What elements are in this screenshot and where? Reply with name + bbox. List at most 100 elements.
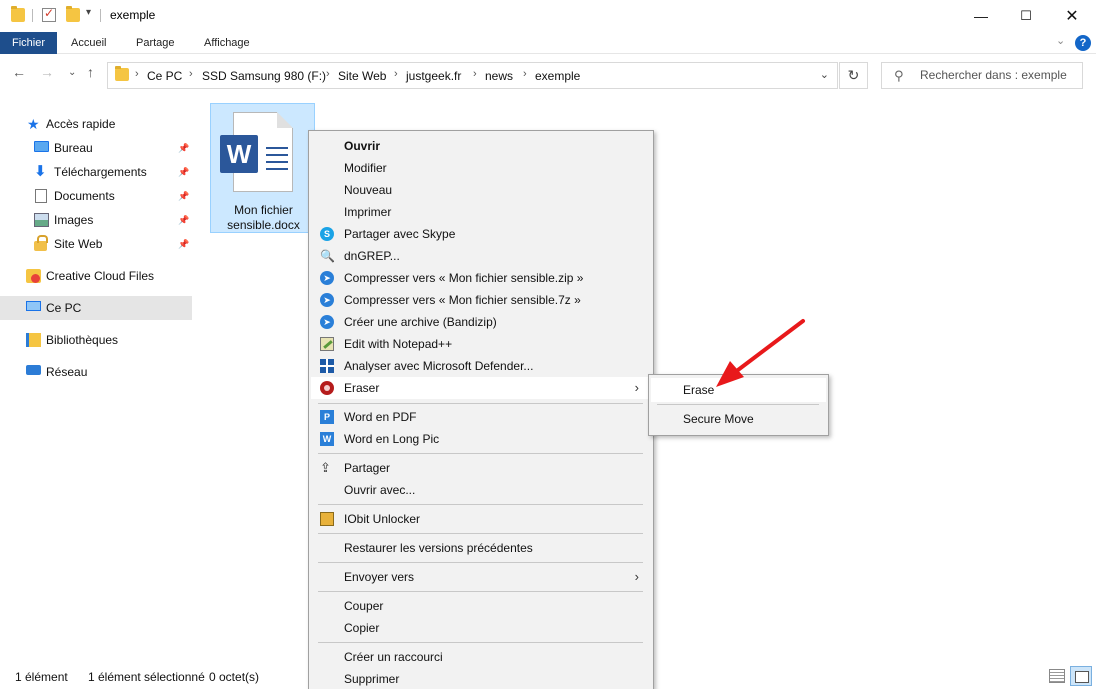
- menu-item-modifier[interactable]: Modifier: [311, 157, 651, 179]
- network-icon: [26, 365, 41, 375]
- text-line: [266, 168, 288, 170]
- menu-item-ouvrir-avec[interactable]: Ouvrir avec...: [311, 479, 651, 501]
- chevron-right-icon[interactable]: ›: [473, 68, 477, 80]
- menu-item-notepadpp[interactable]: Edit with Notepad++: [311, 333, 651, 355]
- annotation-arrow: [716, 319, 805, 387]
- folder-icon: [115, 66, 129, 81]
- menu-separator: [318, 642, 643, 643]
- menu-item-label: Edit with Notepad++: [344, 337, 453, 351]
- help-icon[interactable]: ?: [1075, 35, 1091, 51]
- breadcrumb-site-web[interactable]: Site Web: [338, 69, 386, 83]
- toolbar-divider: [100, 9, 101, 22]
- chevron-right-icon: ›: [634, 569, 639, 584]
- pin-icon[interactable]: 📌: [178, 136, 189, 160]
- sidebar-item-images[interactable]: Images 📌: [0, 208, 196, 232]
- status-bar: 1 élément 1 élément sélectionné 0 octet(…: [0, 665, 1096, 689]
- menu-item-eraser[interactable]: Eraser ›: [311, 377, 651, 399]
- sidebar-item-label: Creative Cloud Files: [46, 269, 155, 283]
- menu-item-bandizip-archive[interactable]: ➤ Créer une archive (Bandizip): [311, 311, 651, 333]
- submenu-item-secure-move[interactable]: Secure Move: [651, 407, 826, 431]
- file-item[interactable]: W Mon fichier sensible.docx: [210, 103, 315, 233]
- menu-separator: [318, 504, 643, 505]
- tab-partage[interactable]: Partage: [124, 32, 187, 54]
- menu-item-dngrep[interactable]: 🔍 dnGREP...: [311, 245, 651, 267]
- menu-item-restaurer[interactable]: Restaurer les versions précédentes: [311, 537, 651, 559]
- menu-item-iobit[interactable]: IObit Unlocker: [311, 508, 651, 530]
- sidebar-item-telechargements[interactable]: ⬇ Téléchargements 📌: [0, 160, 196, 184]
- menu-item-word-longpic[interactable]: W Word en Long Pic: [311, 428, 651, 450]
- pin-icon[interactable]: 📌: [178, 232, 189, 256]
- menu-item-label: Imprimer: [344, 205, 392, 219]
- pc-icon: [26, 301, 41, 311]
- details-view-icon[interactable]: [1049, 669, 1065, 683]
- search-input[interactable]: [920, 68, 1080, 82]
- chevron-right-icon[interactable]: ›: [326, 68, 330, 80]
- menu-item-skype[interactable]: S Partager avec Skype: [311, 223, 651, 245]
- minimize-button[interactable]: —: [958, 0, 1004, 32]
- sidebar-item-documents[interactable]: Documents 📌: [0, 184, 196, 208]
- refresh-button[interactable]: ↻: [839, 62, 868, 89]
- title-bar: ▾ exemple — ☐ ✕: [0, 0, 1096, 32]
- chevron-right-icon[interactable]: ›: [523, 68, 527, 80]
- sidebar-item-reseau[interactable]: Réseau: [0, 360, 196, 384]
- breadcrumb-exemple[interactable]: exemple: [535, 69, 580, 83]
- tab-affichage[interactable]: Affichage: [192, 32, 262, 54]
- menu-item-envoyer-vers[interactable]: Envoyer vers ›: [311, 566, 651, 588]
- pin-icon[interactable]: 📌: [178, 208, 189, 232]
- menu-separator: [318, 533, 643, 534]
- maximize-button[interactable]: ☐: [1003, 0, 1049, 32]
- menu-item-imprimer[interactable]: Imprimer: [311, 201, 651, 223]
- pin-icon[interactable]: 📌: [178, 160, 189, 184]
- customize-toolbar-icon[interactable]: ▾: [86, 7, 91, 18]
- search-icon: ⚲: [894, 68, 904, 83]
- chevron-down-icon[interactable]: ⌄: [820, 68, 829, 81]
- menu-item-nouveau[interactable]: Nouveau: [311, 179, 651, 201]
- breadcrumb-justgeek[interactable]: justgeek.fr: [406, 69, 461, 83]
- close-button[interactable]: ✕: [1049, 0, 1095, 32]
- desktop-icon: [34, 141, 49, 152]
- breadcrumb-ce-pc[interactable]: Ce PC: [147, 69, 182, 83]
- sidebar-item-creative-cloud[interactable]: Creative Cloud Files: [0, 264, 196, 288]
- new-folder-icon[interactable]: [66, 6, 80, 22]
- up-arrow-icon[interactable]: ↑: [87, 64, 94, 80]
- menu-item-couper[interactable]: Couper: [311, 595, 651, 617]
- tab-fichier[interactable]: Fichier: [0, 32, 58, 54]
- chevron-right-icon[interactable]: ›: [189, 68, 193, 80]
- text-line: [266, 147, 288, 149]
- sidebar-item-acces-rapide[interactable]: ★ Accès rapide: [0, 112, 196, 136]
- window-title: exemple: [110, 8, 156, 22]
- menu-item-copier[interactable]: Copier: [311, 617, 651, 639]
- forward-arrow-icon[interactable]: →: [40, 64, 54, 80]
- sidebar-item-bibliotheques[interactable]: Bibliothèques: [0, 328, 196, 352]
- text-line: [266, 154, 288, 156]
- properties-icon[interactable]: [42, 6, 56, 22]
- address-bar[interactable]: › Ce PC › SSD Samsung 980 (F:) › Site We…: [107, 62, 838, 89]
- chevron-right-icon[interactable]: ›: [135, 68, 139, 80]
- menu-item-compress-zip[interactable]: ➤ Compresser vers « Mon fichier sensible.…: [311, 267, 651, 289]
- menu-item-defender[interactable]: Analyser avec Microsoft Defender...: [311, 355, 651, 377]
- menu-item-ouvrir[interactable]: Ouvrir: [311, 135, 651, 157]
- recent-locations-icon[interactable]: ⌄: [68, 67, 76, 78]
- menu-item-partager[interactable]: ⇪ Partager: [311, 457, 651, 479]
- pin-icon[interactable]: 📌: [178, 184, 189, 208]
- creative-cloud-icon: [26, 269, 41, 283]
- tab-accueil[interactable]: Accueil: [59, 32, 118, 54]
- skype-icon: S: [320, 227, 334, 241]
- iobit-icon: [320, 512, 334, 526]
- search-box[interactable]: ⚲: [881, 62, 1083, 89]
- large-icons-view-icon[interactable]: [1070, 666, 1092, 686]
- defender-icon: [320, 359, 334, 373]
- expand-ribbon-icon[interactable]: ⌄: [1056, 34, 1065, 47]
- breadcrumb-news[interactable]: news: [485, 69, 513, 83]
- sidebar-item-label: Documents: [54, 189, 115, 203]
- menu-item-word-pdf[interactable]: P Word en PDF: [311, 406, 651, 428]
- sidebar-item-bureau[interactable]: Bureau 📌: [0, 136, 196, 160]
- sidebar-item-ce-pc[interactable]: Ce PC: [0, 296, 192, 320]
- eraser-icon: [320, 381, 334, 395]
- sidebar-item-site-web[interactable]: Site Web 📌: [0, 232, 196, 256]
- chevron-right-icon[interactable]: ›: [394, 68, 398, 80]
- back-arrow-icon[interactable]: ←: [12, 64, 26, 80]
- menu-item-compress-7z[interactable]: ➤ Compresser vers « Mon fichier sensible.…: [311, 289, 651, 311]
- menu-item-label: IObit Unlocker: [344, 512, 421, 526]
- breadcrumb-ssd[interactable]: SSD Samsung 980 (F:): [202, 69, 326, 83]
